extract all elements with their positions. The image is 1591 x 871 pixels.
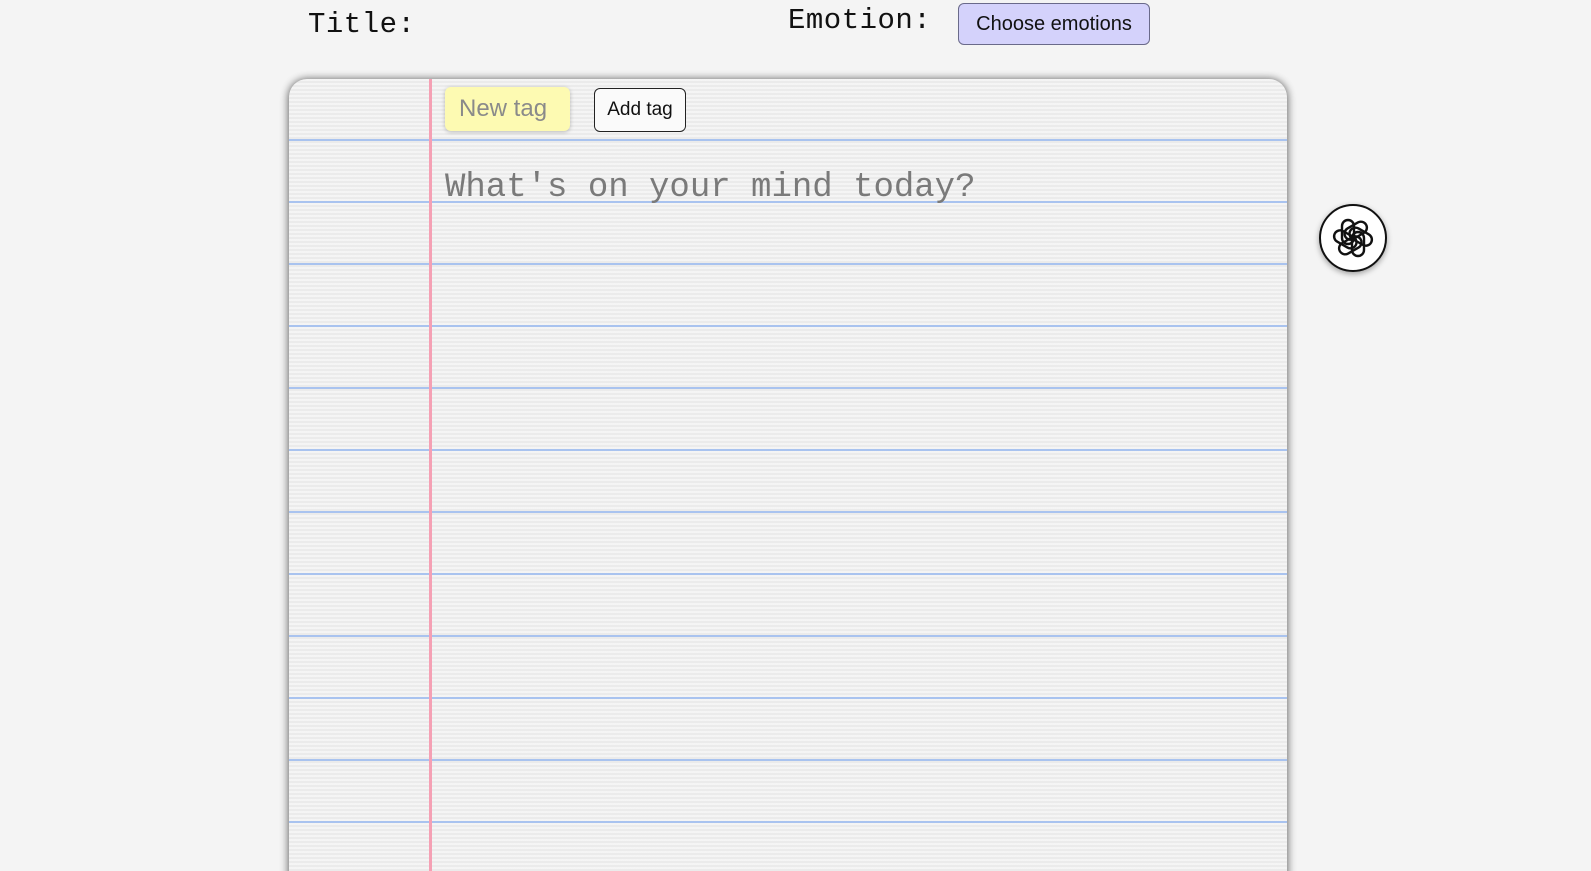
emotion-label: Emotion: bbox=[788, 4, 932, 37]
notepad: New tag Add tag What's on your mind toda… bbox=[289, 79, 1287, 871]
title-label: Title: bbox=[308, 8, 416, 41]
add-tag-button[interactable]: Add tag bbox=[594, 88, 686, 132]
new-tag-input[interactable]: New tag bbox=[445, 87, 570, 131]
ai-assistant-button[interactable] bbox=[1319, 204, 1387, 272]
journal-page: Title: Emotion: Choose emotions New tag … bbox=[0, 0, 1591, 871]
journal-entry-textarea[interactable]: What's on your mind today? bbox=[445, 157, 1265, 871]
choose-emotions-button[interactable]: Choose emotions bbox=[958, 3, 1150, 45]
openai-logo-icon bbox=[1332, 218, 1374, 258]
margin-line bbox=[429, 79, 432, 871]
